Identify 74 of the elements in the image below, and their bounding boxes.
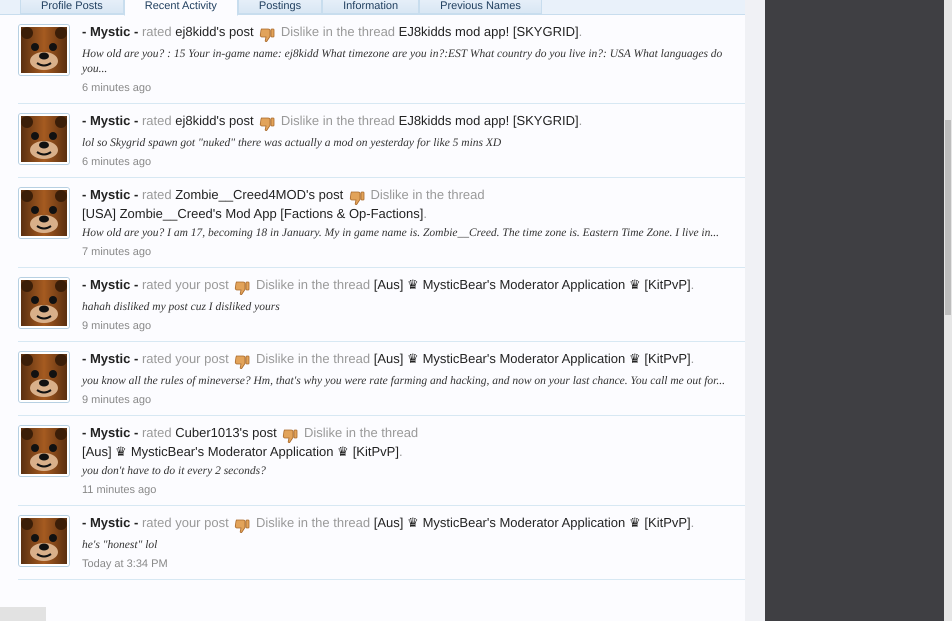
timestamp: 9 minutes ago bbox=[82, 394, 152, 408]
avatar-bear-icon[interactable] bbox=[18, 351, 70, 404]
post-link[interactable]: Zombie__Creed4MOD's post bbox=[175, 187, 344, 202]
thumbs-down-icon bbox=[282, 428, 298, 444]
user-name[interactable]: - Mystic - bbox=[82, 113, 138, 128]
post-snippet: How old are you? I am 17, becoming 18 in January. My in game name is. Zombie__Creed. The time zone is. Eastern Time Zone. I live in... bbox=[82, 226, 720, 242]
post-snippet: you don't have to do it every 2 seconds? bbox=[82, 464, 267, 480]
rating-text: Dislike in the thread bbox=[370, 187, 485, 202]
thread-link[interactable]: EJ8kidds mod app! [SKYGRID] bbox=[398, 24, 579, 39]
action-text: rated your post bbox=[142, 515, 229, 530]
action-text: rated bbox=[142, 187, 172, 202]
post-link[interactable]: ej8kidd's post bbox=[175, 24, 254, 39]
post-snippet: he's "honest" lol bbox=[82, 538, 158, 554]
action-text: rated bbox=[142, 425, 172, 440]
action-text: rated bbox=[142, 113, 172, 128]
rating-text: Dislike in the thread bbox=[280, 24, 396, 39]
thread-link[interactable]: [Aus] ♛ MysticBear's Moderator Application ♛ [KitPvP] bbox=[374, 515, 691, 530]
user-name[interactable]: - Mystic - bbox=[82, 24, 138, 39]
avatar-bear-icon[interactable] bbox=[18, 425, 70, 478]
period-text: . bbox=[398, 444, 403, 460]
timestamp: 7 minutes ago bbox=[82, 246, 152, 260]
profile-tab[interactable]: Profile Posts bbox=[20, 0, 124, 14]
thumbs-down-icon bbox=[234, 518, 250, 534]
rating-text: Dislike in the thread bbox=[256, 351, 370, 366]
thread-link[interactable]: [Aus] ♛ MysticBear's Moderator Application ♛ [KitPvP] bbox=[374, 277, 691, 292]
period-text: . bbox=[690, 351, 694, 366]
period-text: . bbox=[578, 113, 582, 128]
thread-link[interactable]: [Aus] ♛ MysticBear's Moderator Application ♛ [KitPvP] bbox=[82, 444, 399, 460]
avatar-bear-icon[interactable] bbox=[18, 277, 70, 330]
rating-text: Dislike in the thread bbox=[304, 425, 418, 440]
post-snippet: hahah disliked my post cuz I disliked yours bbox=[82, 300, 281, 316]
user-name[interactable]: - Mystic - bbox=[82, 515, 138, 530]
user-name[interactable]: - Mystic - bbox=[82, 187, 138, 202]
post-snippet: you know all the rules of mineverse? Hm, that's why you were rate farming and hacking, and now on your last chance. You call me out for... bbox=[82, 374, 725, 390]
thumbs-down-icon bbox=[259, 27, 276, 44]
thread-link[interactable]: [USA] Zombie__Creed's Mod App [Factions & Op-Factions] bbox=[82, 206, 424, 222]
avatar-bear-icon[interactable] bbox=[18, 113, 70, 166]
profile-tab[interactable]: Recent Activity bbox=[124, 0, 238, 16]
timestamp: 6 minutes ago bbox=[82, 156, 152, 170]
timestamp: Today at 3:34 PM bbox=[82, 558, 169, 572]
timestamp: 9 minutes ago bbox=[82, 320, 152, 334]
post-link[interactable]: Cuber1013's post bbox=[175, 425, 277, 440]
thread-link[interactable]: EJ8kidds mod app! [SKYGRID] bbox=[398, 113, 579, 128]
user-name[interactable]: - Mystic - bbox=[82, 277, 138, 292]
avatar-bear-icon[interactable] bbox=[18, 24, 70, 76]
profile-tab[interactable]: Information bbox=[322, 0, 420, 14]
user-name[interactable]: - Mystic - bbox=[82, 425, 138, 440]
thumbs-down-icon bbox=[234, 280, 250, 296]
thread-link[interactable]: [Aus] ♛ MysticBear's Moderator Application ♛ [KitPvP] bbox=[374, 351, 691, 366]
avatar-bear-icon[interactable] bbox=[18, 187, 70, 240]
period-text: . bbox=[690, 515, 694, 530]
thumbs-down-icon bbox=[348, 190, 365, 206]
rating-text: Dislike in the thread bbox=[256, 277, 370, 292]
period-text: . bbox=[578, 24, 582, 39]
period-text: . bbox=[690, 277, 694, 292]
profile-tab[interactable]: Postings bbox=[238, 0, 322, 14]
thumbs-down-icon bbox=[234, 354, 250, 370]
corner-overlay bbox=[0, 607, 46, 621]
avatar-bear-icon[interactable] bbox=[18, 515, 70, 568]
rating-text: Dislike in the thread bbox=[280, 113, 396, 128]
scrollbar[interactable] bbox=[944, 0, 952, 621]
action-text: rated your post bbox=[142, 277, 229, 292]
user-name[interactable]: - Mystic - bbox=[82, 351, 138, 366]
profile-tab[interactable]: Previous Names bbox=[419, 0, 542, 14]
action-text: rated your post bbox=[142, 351, 229, 366]
thumbs-down-icon bbox=[259, 116, 276, 132]
rating-text: Dislike in the thread bbox=[256, 515, 370, 530]
post-snippet: How old are you? : 15 Your in-game name: ej8kidd What timezone are you in?:EST What country do you live in?: USA What languages do you... bbox=[82, 47, 724, 78]
timestamp: 11 minutes ago bbox=[82, 484, 158, 498]
post-snippet: lol so Skygrid spawn got "nuked" there was actually a mod on yesterday for like 5 mins XD bbox=[82, 136, 502, 152]
action-text: rated bbox=[142, 24, 172, 39]
timestamp: 6 minutes ago bbox=[82, 82, 152, 96]
post-link[interactable]: ej8kidd's post bbox=[175, 113, 254, 128]
period-text: . bbox=[423, 206, 427, 222]
